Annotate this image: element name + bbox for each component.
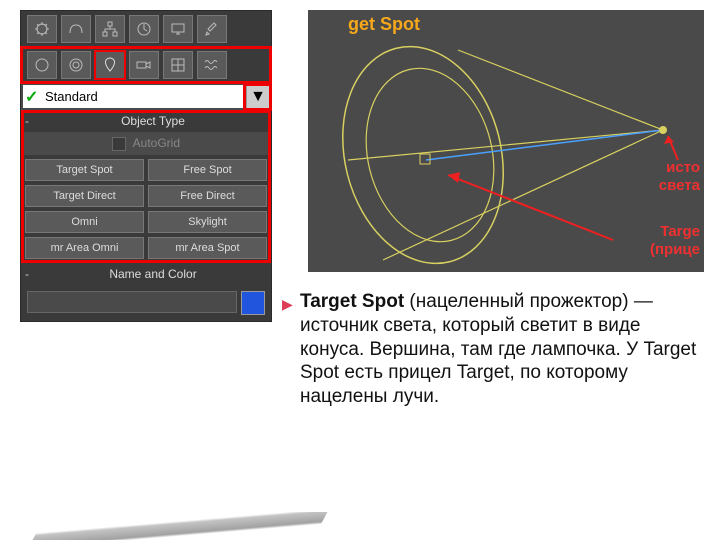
dropdown-input[interactable] — [41, 85, 246, 108]
annot-target-line1: Targe — [660, 224, 700, 241]
viewport-title: get Spot — [348, 14, 420, 35]
section-title: Object Type — [39, 114, 267, 128]
lights-icon[interactable] — [95, 51, 125, 79]
name-color-header[interactable]: - Name and Color — [21, 263, 271, 285]
cameras-icon[interactable] — [129, 51, 159, 79]
free-spot-button[interactable]: Free Spot — [148, 159, 267, 181]
collapse-icon[interactable]: - — [25, 267, 39, 281]
name-color-body — [21, 285, 271, 321]
omni-button[interactable]: Omni — [25, 211, 144, 233]
shapes-sub-icon[interactable] — [61, 51, 91, 79]
display-icon[interactable] — [163, 15, 193, 43]
object-color-swatch[interactable] — [241, 291, 265, 315]
object-type-section: - Object Type AutoGrid Target Spot Free … — [21, 110, 271, 263]
spacewarps-icon[interactable] — [197, 51, 227, 79]
section-title: Name and Color — [39, 267, 267, 281]
autogrid-row[interactable]: AutoGrid — [21, 132, 271, 155]
target-spot-button[interactable]: Target Spot — [25, 159, 144, 181]
type-button-grid: Target Spot Free Spot Target Direct Free… — [21, 155, 271, 263]
object-type-header[interactable]: - Object Type — [21, 110, 271, 132]
autogrid-checkbox[interactable] — [112, 137, 126, 151]
command-panel: ✓ ▼ - Object Type AutoGrid Target Spot F… — [20, 10, 272, 322]
hierarchy-icon[interactable] — [95, 15, 125, 43]
object-name-input[interactable] — [27, 291, 237, 313]
motion-icon[interactable] — [129, 15, 159, 43]
systems-icon[interactable] — [27, 15, 57, 43]
description-title: Target Spot — [300, 291, 404, 312]
decorative-shadow — [33, 512, 328, 540]
mr-area-spot-button[interactable]: mr Area Spot — [148, 237, 267, 259]
subcategory-toolbar — [21, 47, 271, 83]
bullet-icon: ▶ — [282, 296, 293, 314]
geometry-icon[interactable] — [27, 51, 57, 79]
description-block: ▶ Target Spot (нацеленный прожектор) — и… — [300, 290, 700, 409]
helpers-icon[interactable] — [163, 51, 193, 79]
mr-area-omni-button[interactable]: mr Area Omni — [25, 237, 144, 259]
autogrid-label: AutoGrid — [133, 136, 180, 150]
spot-cone-illustration — [308, 10, 704, 272]
viewport-diagram: get Spot исто света Targe (прице — [308, 10, 704, 272]
dropdown-arrow-icon[interactable]: ▼ — [246, 86, 269, 108]
shapes-icon[interactable] — [61, 15, 91, 43]
target-direct-button[interactable]: Target Direct — [25, 185, 144, 207]
skylight-button[interactable]: Skylight — [148, 211, 267, 233]
annot-source-line1: исто — [666, 160, 700, 177]
category-toolbar — [21, 11, 271, 47]
light-type-dropdown[interactable]: ✓ ▼ — [23, 85, 269, 108]
annot-source-line2: света — [659, 178, 700, 195]
check-icon: ✓ — [23, 87, 41, 107]
annot-target-line2: (прице — [650, 242, 700, 259]
collapse-icon[interactable]: - — [25, 114, 39, 128]
free-direct-button[interactable]: Free Direct — [148, 185, 267, 207]
utilities-icon[interactable] — [197, 15, 227, 43]
